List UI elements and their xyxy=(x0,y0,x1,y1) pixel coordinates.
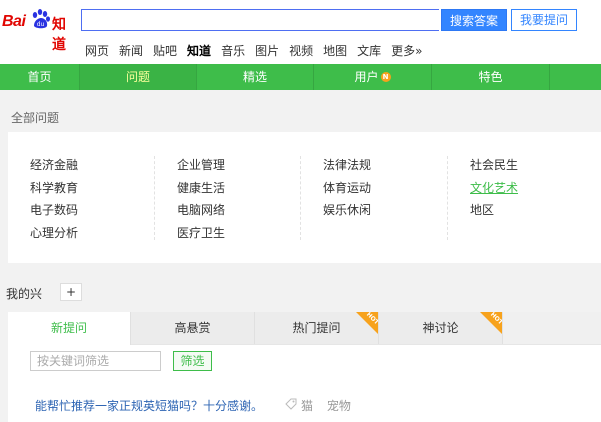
hot-badge: HOT xyxy=(480,312,502,334)
main-nav-bar: 首页 问题 精选 用户 N 特色 xyxy=(0,64,601,90)
category-panel: 经济金融 科学教育 电子数码 心理分析 企业管理 健康生活 电脑网络 医疗卫生 … xyxy=(8,132,601,263)
tab-new-questions[interactable]: 新提问 xyxy=(8,312,131,345)
hot-badge: HOT xyxy=(356,312,378,334)
category-link-highlighted[interactable]: 文化艺术 xyxy=(470,177,518,200)
hot-badge-text: HOT xyxy=(488,312,502,327)
question-tabs: 新提问 高悬赏 热门提问 HOT 神讨论 HOT xyxy=(8,312,601,345)
product-nav-map[interactable]: 地图 xyxy=(323,43,347,59)
question-tag[interactable]: 宠物 xyxy=(327,399,351,413)
tab-hot-questions[interactable]: 热门提问 HOT xyxy=(255,312,379,344)
keyword-filter-input[interactable]: 按关键词筛选 xyxy=(30,351,161,371)
category-link[interactable]: 法律法规 xyxy=(323,154,371,177)
search-input[interactable] xyxy=(81,9,439,31)
category-link[interactable]: 企业管理 xyxy=(177,154,225,177)
hot-badge-text: HOT xyxy=(364,312,378,327)
logo-du-text: du xyxy=(37,21,45,28)
product-nav-music[interactable]: 音乐 xyxy=(221,43,245,59)
category-column-2: 企业管理 健康生活 电脑网络 医疗卫生 xyxy=(177,154,225,244)
baidu-zhidao-logo[interactable]: Bai du 知道 xyxy=(2,5,78,53)
product-nav-web[interactable]: 网页 xyxy=(85,43,109,59)
paw-logo-icon: du xyxy=(32,9,50,29)
category-divider xyxy=(447,156,448,240)
category-link[interactable]: 经济金融 xyxy=(30,154,78,177)
category-link[interactable]: 社会民生 xyxy=(470,154,518,177)
tab-label: 新提问 xyxy=(50,321,87,335)
tab-label: 热门提问 xyxy=(292,321,341,335)
top-header: Bai du 知道 搜索答案 我要提问 网页 新闻 贴吧 知道 音乐 图片 视频… xyxy=(0,0,601,64)
product-nav: 网页 新闻 贴吧 知道 音乐 图片 视频 地图 文库 更多» xyxy=(85,43,432,59)
question-title-link[interactable]: 能帮忙推荐一家正规英短猫吗？十分感谢。 xyxy=(35,397,263,414)
product-nav-news[interactable]: 新闻 xyxy=(119,43,143,59)
main-nav-special[interactable]: 特色 xyxy=(432,64,550,90)
main-nav-home[interactable]: 首页 xyxy=(0,64,80,90)
category-divider xyxy=(154,156,155,240)
category-link[interactable]: 地区 xyxy=(470,199,518,222)
question-tag[interactable]: 猫 xyxy=(301,399,313,413)
category-divider xyxy=(300,156,301,240)
category-column-4: 社会民生 文化艺术 地区 xyxy=(470,154,518,222)
product-nav-zhidao[interactable]: 知道 xyxy=(187,43,211,59)
tab-label: 高悬赏 xyxy=(174,321,211,335)
product-nav-images[interactable]: 图片 xyxy=(255,43,279,59)
main-nav-home-label: 首页 xyxy=(27,70,52,84)
logo-text-bai: Bai xyxy=(2,13,26,30)
product-nav-more[interactable]: 更多» xyxy=(391,43,422,59)
category-column-1: 经济金融 科学教育 电子数码 心理分析 xyxy=(30,154,78,244)
main-nav-featured-label: 精选 xyxy=(242,70,267,84)
main-nav-users[interactable]: 用户 N xyxy=(314,64,432,90)
main-nav-featured[interactable]: 精选 xyxy=(197,64,314,90)
tab-label: 神讨论 xyxy=(422,321,459,335)
category-link[interactable]: 科学教育 xyxy=(30,177,78,200)
category-link[interactable]: 电脑网络 xyxy=(177,199,225,222)
category-link[interactable]: 体育运动 xyxy=(323,177,371,200)
category-link[interactable]: 健康生活 xyxy=(177,177,225,200)
question-list: 按关键词筛选 筛选 能帮忙推荐一家正规英短猫吗？十分感谢。 猫 宠物 xyxy=(8,345,601,422)
category-link[interactable]: 电子数码 xyxy=(30,199,78,222)
logo-text-zhidao: 知道 xyxy=(52,17,66,53)
product-nav-wenku[interactable]: 文库 xyxy=(357,43,381,59)
product-nav-tieba[interactable]: 贴吧 xyxy=(153,43,177,59)
my-interests-label: 我的兴 xyxy=(6,287,43,301)
tag-icon xyxy=(285,398,297,410)
filter-button[interactable]: 筛选 xyxy=(173,351,212,371)
add-interest-button[interactable]: + xyxy=(60,283,82,301)
new-badge: N xyxy=(380,72,391,82)
tab-high-reward[interactable]: 高悬赏 xyxy=(131,312,255,344)
main-nav-questions[interactable]: 问题 xyxy=(80,64,197,90)
product-nav-video[interactable]: 视频 xyxy=(289,43,313,59)
all-questions-heading: 全部问题 xyxy=(11,111,60,125)
main-nav-questions-label: 问题 xyxy=(125,70,150,84)
category-link[interactable]: 医疗卫生 xyxy=(177,222,225,245)
main-nav-filler xyxy=(550,64,601,90)
tab-hot-discussion[interactable]: 神讨论 HOT xyxy=(379,312,503,344)
search-answer-button[interactable]: 搜索答案 xyxy=(441,9,507,31)
category-link[interactable]: 娱乐休闲 xyxy=(323,199,371,222)
category-link[interactable]: 心理分析 xyxy=(30,222,78,245)
question-tags: 猫 宠物 xyxy=(301,397,361,414)
main-nav-users-label: 用户 xyxy=(354,70,379,84)
main-nav-special-label: 特色 xyxy=(478,70,503,84)
category-column-3: 法律法规 体育运动 娱乐休闲 xyxy=(323,154,371,222)
ask-question-button[interactable]: 我要提问 xyxy=(511,9,577,31)
